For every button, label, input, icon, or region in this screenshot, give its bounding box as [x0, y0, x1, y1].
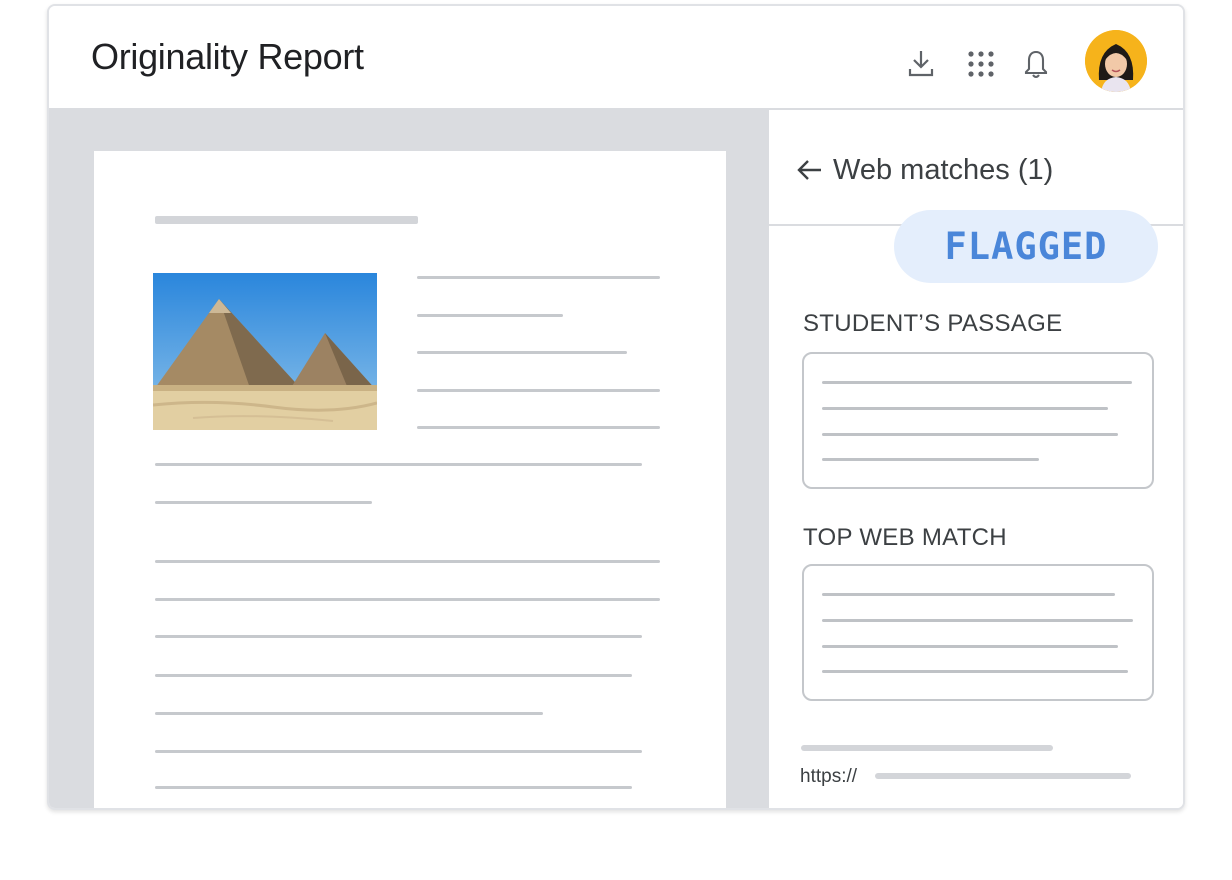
text-line [155, 786, 632, 789]
panel-header: Web matches (1) [769, 110, 1183, 226]
text-line [155, 674, 632, 677]
document-heading-placeholder [155, 216, 418, 224]
document-viewer[interactable] [49, 110, 767, 808]
text-line [822, 433, 1118, 436]
text-line [822, 619, 1133, 622]
text-line [417, 314, 563, 317]
source-url-placeholder[interactable] [875, 773, 1131, 779]
flagged-badge: FLAGGED [894, 210, 1158, 283]
text-line [822, 381, 1132, 384]
page-title: Originality Report [91, 36, 364, 77]
text-line [155, 635, 642, 638]
text-line [155, 712, 543, 715]
app-window: Originality Report Web matches (1) FLAGG… [47, 4, 1185, 810]
text-line [822, 458, 1039, 461]
source-title-placeholder [801, 745, 1053, 751]
user-avatar[interactable] [1085, 30, 1147, 92]
text-line [155, 463, 642, 466]
student-passage-card[interactable] [802, 352, 1154, 489]
panel-title: Web matches (1) [833, 154, 1054, 186]
notifications-bell-icon[interactable] [1023, 48, 1049, 80]
text-line [822, 407, 1108, 410]
text-line [822, 670, 1128, 673]
text-line [155, 501, 372, 504]
web-matches-panel: Web matches (1) FLAGGED STUDENT’S PASSAG… [767, 110, 1183, 808]
pyramids-image [153, 273, 377, 430]
student-passage-label: STUDENT’S PASSAGE [803, 310, 1063, 337]
text-line [417, 276, 660, 279]
text-line [417, 389, 660, 392]
arrow-left-icon[interactable] [795, 158, 823, 187]
text-line [822, 645, 1118, 648]
top-web-match-card[interactable] [802, 564, 1154, 701]
text-line [822, 593, 1115, 596]
text-line [155, 560, 660, 563]
app-header: Originality Report [49, 6, 1183, 110]
source-url-prefix[interactable]: https:// [800, 766, 857, 788]
top-web-match-label: TOP WEB MATCH [803, 524, 1007, 551]
text-line [417, 351, 627, 354]
download-icon[interactable] [906, 48, 936, 78]
apps-grid-icon[interactable] [967, 50, 995, 78]
text-line [417, 426, 660, 429]
text-line [155, 750, 642, 753]
text-line [155, 598, 660, 601]
document-page [94, 151, 726, 808]
